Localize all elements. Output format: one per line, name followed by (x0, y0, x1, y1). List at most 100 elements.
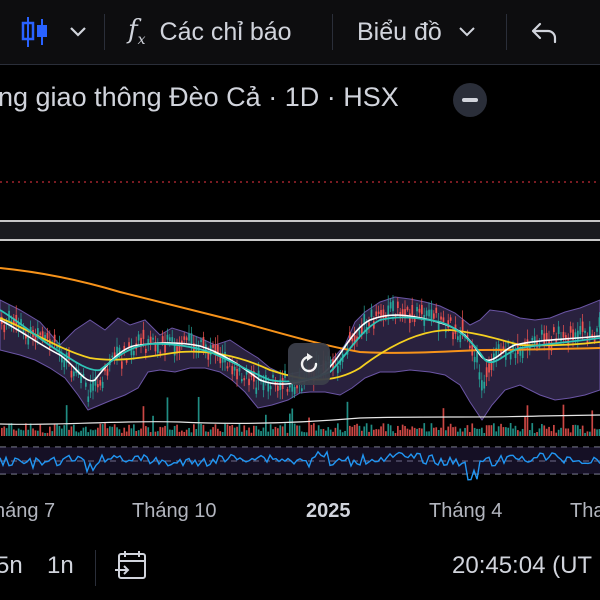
candle-body (106, 368, 109, 376)
candle-body (596, 328, 598, 332)
volume-bar (485, 425, 488, 436)
volume-bar (135, 430, 138, 436)
minus-icon[interactable] (453, 83, 487, 117)
candle-body (46, 333, 49, 339)
volume-bar (569, 432, 572, 436)
volume-bar (80, 430, 82, 436)
candle-body (121, 361, 123, 369)
volume-bar (39, 424, 42, 436)
fx-icon: fx (128, 15, 146, 49)
volume-bar (349, 425, 351, 436)
candle-body (118, 347, 121, 353)
volume-bar (351, 426, 354, 436)
candle-body (449, 317, 452, 321)
volume-bar (404, 426, 406, 436)
volume-bar (553, 424, 555, 436)
volume-bar (236, 426, 238, 436)
volume-bar (260, 431, 262, 436)
clock-label[interactable]: 20:45:04 (UT (452, 552, 592, 580)
candle-body (85, 382, 87, 387)
reset-icon[interactable] (288, 343, 330, 385)
volume-bar (205, 431, 207, 436)
undo-icon[interactable] (530, 0, 558, 64)
volume-bar (401, 424, 404, 436)
symbol-title[interactable]: ng giao thông Đèo Cả · 1D · HSX (0, 82, 399, 113)
candle-body (469, 345, 471, 349)
volume-bar (231, 425, 234, 436)
candle-body (41, 331, 44, 338)
candle-body (351, 338, 354, 342)
volume-bar (543, 425, 546, 436)
candle-body (39, 332, 42, 335)
candle-body (329, 359, 332, 364)
candle-body (63, 360, 66, 368)
volume-bar (104, 423, 106, 436)
candle-body (255, 387, 258, 394)
candlestick-icon[interactable] (20, 0, 50, 64)
volume-bar (413, 427, 416, 436)
volume-bar (226, 424, 229, 436)
volume-bar (430, 423, 433, 436)
candle-body (171, 337, 174, 342)
volume-bar (224, 423, 226, 436)
volume-bar (13, 429, 15, 436)
volume-bar (416, 428, 418, 436)
volume-bar (109, 426, 111, 436)
candle-body (478, 372, 481, 380)
volume-bar (130, 428, 133, 436)
volume-bar (73, 424, 75, 436)
candle-body (483, 381, 486, 389)
volume-bar (593, 428, 596, 436)
candle-body (423, 314, 426, 326)
candle-body (387, 305, 390, 316)
candle-body (418, 308, 421, 313)
candle-body (200, 339, 202, 343)
candle-body (452, 332, 454, 340)
volume-bar (437, 429, 440, 436)
candle-body (293, 386, 296, 395)
candle-body (241, 378, 243, 382)
volume-bar (368, 431, 370, 436)
candle-body (166, 334, 169, 340)
volume-bar (97, 427, 99, 436)
volume-bar (509, 423, 512, 436)
candle-body (459, 334, 462, 343)
range-1n-button[interactable]: 1n (47, 552, 74, 580)
candle-body (53, 334, 56, 343)
chart-menu-button[interactable]: Biểu đồ (357, 0, 476, 64)
chevron-down-icon[interactable] (68, 0, 88, 64)
candle-body (97, 384, 99, 388)
candle-body (185, 337, 188, 341)
volume-bar (567, 428, 570, 436)
volume-bar (428, 431, 430, 436)
volume-bar (483, 432, 486, 436)
volume-bar (517, 430, 519, 436)
candle-body (553, 327, 555, 333)
time-axis-label: Tháng 10 (132, 500, 217, 522)
volume-bar (529, 430, 531, 436)
candle-body (461, 319, 464, 331)
volume-bar (34, 430, 37, 436)
volume-bar (334, 427, 337, 436)
volume-bar (281, 426, 284, 436)
candle-body (73, 371, 75, 377)
volume-bar (305, 432, 308, 436)
volume-bar (315, 430, 318, 436)
volume-bar (574, 424, 577, 436)
volume-bar (385, 431, 387, 436)
toolbar-divider (104, 14, 105, 50)
volume-bar (53, 423, 56, 436)
volume-bar (8, 423, 10, 436)
volume-bar (409, 429, 411, 436)
range-5n-button[interactable]: 5n (0, 552, 23, 580)
volume-bar (277, 428, 279, 436)
volume-bar (169, 429, 171, 436)
calendar-arrow-icon[interactable] (114, 550, 148, 589)
volume-bar (332, 431, 334, 436)
indicators-button[interactable]: fx Các chỉ báo (128, 0, 292, 64)
volume-bar (519, 431, 522, 436)
volume-bar (284, 423, 286, 436)
price-chart[interactable] (0, 128, 600, 488)
volume-bar (267, 431, 270, 436)
volume-bar (61, 428, 63, 436)
